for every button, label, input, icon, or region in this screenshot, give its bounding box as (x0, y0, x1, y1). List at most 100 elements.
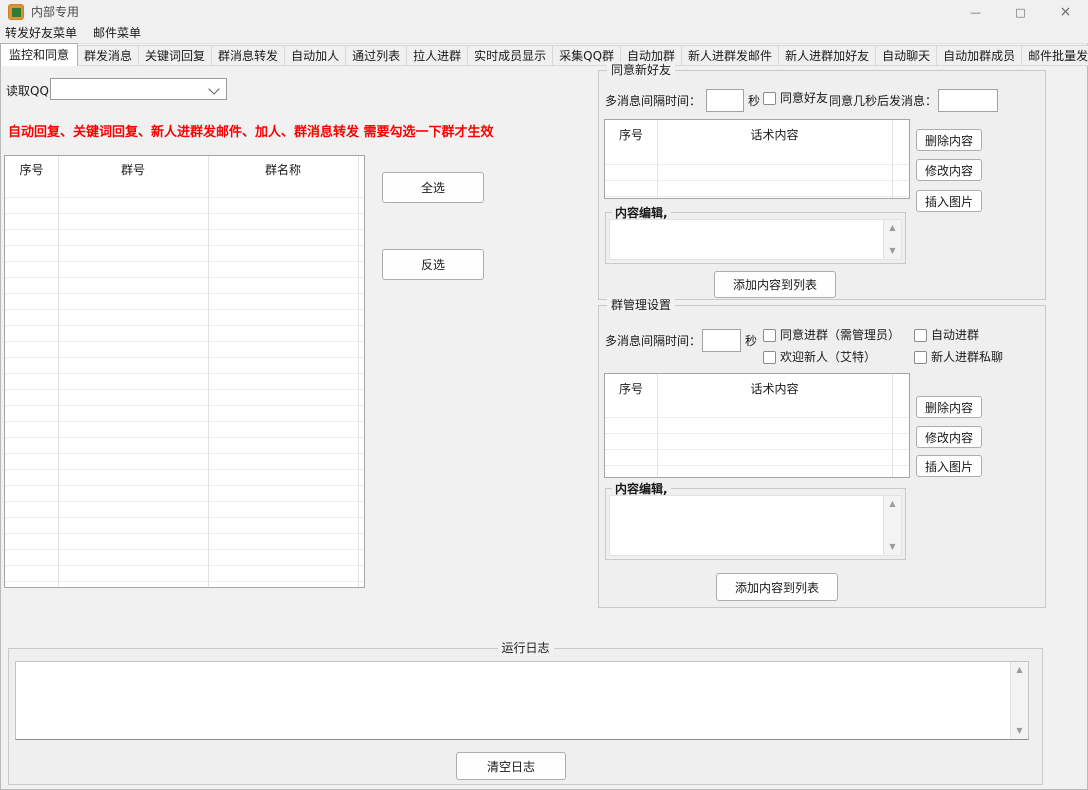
col-index: 序号 (605, 126, 657, 143)
column-divider (892, 120, 893, 198)
tab-item-14[interactable]: 邮件批量发送 (1022, 45, 1088, 66)
agree-friend-checkbox[interactable]: 同意好友 (763, 91, 828, 105)
friend-content-editor[interactable] (609, 219, 902, 260)
checkbox-private-chat[interactable]: 新人进群私聊 (914, 350, 1003, 364)
delay-input[interactable] (938, 89, 998, 112)
script-table-body[interactable] (605, 402, 909, 477)
column-divider (358, 156, 359, 587)
tab-item-2[interactable]: 关键词回复 (139, 45, 212, 66)
tab-item-7[interactable]: 实时成员显示 (468, 45, 553, 66)
checkbox-icon (914, 329, 927, 342)
qq-select[interactable] (50, 78, 227, 100)
read-qq-label: 读取QQ: (6, 84, 53, 98)
checkbox-label: 自动进群 (931, 328, 979, 342)
warning-text: 自动回复、关键词回复、新人进群发邮件、加人、群消息转发 需要勾选一下群才生效 (8, 121, 578, 140)
tab-item-10[interactable]: 新人进群发邮件 (682, 45, 779, 66)
scroll-down-icon[interactable]: ▼ (1011, 726, 1028, 736)
scroll-down-icon[interactable]: ▼ (884, 246, 901, 256)
column-divider (58, 156, 59, 587)
group-insert-image-button[interactable]: 插入图片 (916, 455, 982, 477)
maximize-button[interactable]: □ (998, 0, 1043, 24)
close-button[interactable]: × (1043, 0, 1088, 24)
friend-insert-image-button[interactable]: 插入图片 (916, 190, 982, 212)
col-script-content: 话术内容 (657, 380, 892, 397)
group-modify-content-button[interactable]: 修改内容 (916, 426, 982, 448)
menu-forward-friend[interactable]: 转发好友菜单 (0, 24, 85, 43)
tab-item-6[interactable]: 拉人进群 (407, 45, 468, 66)
agree-friend-label: 同意好友 (780, 91, 828, 105)
friend-approve-section: 同意新好友 多消息间隔时间： 秒 同意好友 同意几秒后发消息： 序号 话术内容 … (598, 70, 1046, 300)
log-section: 运行日志 ▲ ▼ 清空日志 (8, 648, 1043, 785)
tab-item-5[interactable]: 通过列表 (346, 45, 407, 66)
friend-delete-content-button[interactable]: 删除内容 (916, 129, 982, 151)
col-index: 序号 (605, 380, 657, 397)
checkbox-icon (914, 351, 927, 364)
log-scrollbar[interactable]: ▲ ▼ (1010, 662, 1028, 739)
group-list-table[interactable]: 序号 群号 群名称 (4, 155, 365, 588)
tab-item-12[interactable]: 自动聊天 (876, 45, 937, 66)
log-section-title: 运行日志 (497, 640, 553, 656)
tab-bar: 监控和同意 群发消息 关键词回复 群消息转发 自动加人 通过列表 拉人进群 实时… (0, 43, 1088, 66)
seconds-label: 秒 (748, 94, 760, 108)
group-manage-section: 群管理设置 多消息间隔时间： 秒 同意进群（需管理员） 欢迎新人（艾特） 自动进… (598, 305, 1046, 608)
tab-item-11[interactable]: 新人进群加好友 (779, 45, 876, 66)
script-table-header: 序号 话术内容 (605, 120, 909, 150)
scroll-up-icon[interactable]: ▲ (884, 223, 901, 233)
menu-bar: 转发好友菜单 邮件菜单 (0, 24, 1088, 44)
friend-content-editor-box: 内容编辑, ▲ ▼ (605, 212, 906, 264)
checkbox-icon (763, 351, 776, 364)
group-content-editor[interactable] (609, 495, 902, 556)
invert-select-button[interactable]: 反选 (382, 249, 484, 280)
app-icon (8, 4, 24, 20)
checkbox-icon (763, 92, 776, 105)
menu-email[interactable]: 邮件菜单 (85, 24, 149, 43)
group-section-title: 群管理设置 (607, 297, 675, 313)
group-content-editor-box: 内容编辑, ▲ ▼ (605, 488, 906, 560)
select-all-button[interactable]: 全选 (382, 172, 484, 203)
col-index: 序号 (5, 161, 58, 178)
tab-item-4[interactable]: 自动加人 (285, 45, 346, 66)
checkbox-welcome-new[interactable]: 欢迎新人（艾特） (763, 350, 876, 364)
scroll-up-icon[interactable]: ▲ (1011, 665, 1028, 675)
friend-add-content-button[interactable]: 添加内容到列表 (714, 271, 836, 298)
checkbox-auto-join[interactable]: 自动进群 (914, 328, 979, 342)
checkbox-agree-join[interactable]: 同意进群（需管理员） (763, 328, 900, 342)
log-output[interactable]: ▲ ▼ (15, 661, 1029, 740)
editor-scrollbar[interactable]: ▲ ▼ (883, 496, 901, 555)
title-bar: 内部专用 — □ × (0, 0, 1088, 24)
checkbox-label: 欢迎新人（艾特） (780, 350, 876, 364)
editor-scrollbar[interactable]: ▲ ▼ (883, 220, 901, 259)
app-window: 内部专用 — □ × 转发好友菜单 邮件菜单 监控和同意 群发消息 关键词回复 … (0, 0, 1088, 790)
checkbox-label: 同意进群（需管理员） (780, 328, 900, 342)
window-title: 内部专用 (31, 0, 79, 24)
chevron-down-icon (208, 83, 219, 94)
window-controls: — □ × (953, 0, 1088, 24)
checkbox-label: 新人进群私聊 (931, 350, 1003, 364)
col-group-name: 群名称 (208, 161, 358, 178)
group-add-content-button[interactable]: 添加内容到列表 (716, 573, 838, 601)
scroll-up-icon[interactable]: ▲ (884, 499, 901, 509)
scroll-down-icon[interactable]: ▼ (884, 542, 901, 552)
col-script-content: 话术内容 (657, 126, 892, 143)
column-divider (657, 120, 658, 198)
group-interval-input[interactable] (702, 329, 741, 352)
clear-log-button[interactable]: 清空日志 (456, 752, 566, 780)
script-table-body[interactable] (605, 149, 909, 198)
script-table-header: 序号 话术内容 (605, 374, 909, 403)
tab-item-3[interactable]: 群消息转发 (212, 45, 285, 66)
group-delete-content-button[interactable]: 删除内容 (916, 396, 982, 418)
interval-input[interactable] (706, 89, 744, 112)
col-group-number: 群号 (58, 161, 208, 178)
interval-label: 多消息间隔时间： (605, 94, 701, 108)
friend-modify-content-button[interactable]: 修改内容 (916, 159, 982, 181)
tab-item-0[interactable]: 监控和同意 (0, 43, 78, 66)
interval-label: 多消息间隔时间： (605, 334, 701, 348)
column-divider (892, 374, 893, 477)
minimize-button[interactable]: — (953, 0, 998, 24)
tab-item-13[interactable]: 自动加群成员 (937, 45, 1022, 66)
tab-item-1[interactable]: 群发消息 (78, 45, 139, 66)
friend-script-table[interactable]: 序号 话术内容 (604, 119, 910, 199)
friend-section-title: 同意新好友 (607, 62, 675, 78)
delay-label: 同意几秒后发消息： (829, 94, 937, 108)
group-script-table[interactable]: 序号 话术内容 (604, 373, 910, 478)
